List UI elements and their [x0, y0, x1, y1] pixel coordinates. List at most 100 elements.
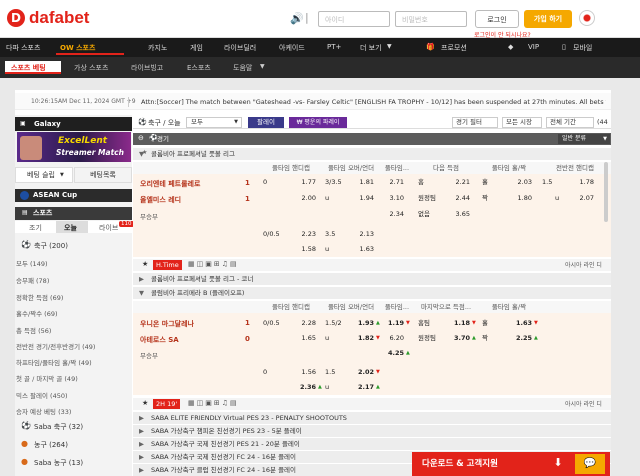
- logo-icon[interactable]: D: [7, 9, 25, 27]
- league-row[interactable]: ▶ SABA 가상축구 국제 친선경기 PES 21 - 20분 플레이: [133, 438, 611, 451]
- more-lines-link[interactable]: 아시아 라인 디: [565, 399, 602, 408]
- submenu-odd-even[interactable]: 홀수/짝수 (69): [0, 308, 117, 318]
- odds-value[interactable]: 1.82: [354, 332, 374, 345]
- odds-value[interactable]: 1.77: [296, 176, 316, 189]
- submenu-all[interactable]: 모두 (149): [0, 258, 117, 268]
- odds-value[interactable]: 2.13: [354, 228, 374, 241]
- odds-value[interactable]: 1.80: [510, 192, 532, 205]
- league-row[interactable]: ▶ SABA 가상축구 챔피온 친선경기 PES 23 - 5분 플레이: [133, 425, 611, 438]
- home-team[interactable]: 우니온 마그달레나: [140, 319, 194, 329]
- login-button[interactable]: 로그인: [475, 10, 519, 28]
- sport-basketball[interactable]: 농구 (264): [34, 440, 68, 450]
- submenu-total-goals[interactable]: 총 득점 (56): [0, 325, 117, 335]
- submenu-correct-score[interactable]: 정확한 득점 (69): [0, 292, 117, 302]
- bet-list-tab[interactable]: 베팅목록: [74, 167, 132, 183]
- id-input[interactable]: 아이디: [318, 11, 390, 27]
- away-team[interactable]: 올엘미스 레디: [140, 195, 181, 205]
- sport-saba-soccer[interactable]: Saba 축구 (32): [34, 422, 83, 432]
- odds-value[interactable]: 2.17: [354, 381, 374, 394]
- expand-icon[interactable]: ⊖: [138, 134, 144, 142]
- download-icon[interactable]: ⬇: [550, 456, 566, 472]
- subnav-live-bingo[interactable]: 라이브빙고: [131, 63, 163, 73]
- odds-value[interactable]: 2.34: [384, 208, 404, 221]
- submenu-ht-ft[interactable]: 전반전 경기/전후반경기 (49): [0, 341, 117, 351]
- match-filter-select[interactable]: 경기 필터: [452, 117, 498, 128]
- nav-promotions[interactable]: 프로모션: [441, 43, 467, 53]
- market-filter-select[interactable]: 모든 시장: [502, 117, 542, 128]
- brand-logo[interactable]: dafabet: [29, 8, 89, 28]
- league-row[interactable]: ▼ 콜롬비아 프로페셔널 풋볼 리그: [133, 148, 611, 161]
- star-icon[interactable]: ★: [142, 260, 148, 268]
- match-tools-icons[interactable]: ▦◫▣⊞♫▤: [188, 260, 239, 268]
- odds-type-select[interactable]: 일반 분류 ▼: [558, 134, 610, 144]
- tab-live[interactable]: 라이브: [99, 223, 118, 233]
- match-tools-icons[interactable]: ▦◫▣⊞♫▤: [188, 399, 239, 407]
- asean-cup-bar[interactable]: ASEAN Cup: [15, 189, 132, 202]
- star-icon[interactable]: ★: [142, 149, 147, 156]
- galaxy-bar[interactable]: [15, 117, 132, 131]
- speaker-icon[interactable]: 🔊: [290, 12, 304, 25]
- league-row[interactable]: ▶ 콜롬비아 프로페셔널 풋볼 리그 - 코너: [133, 273, 611, 286]
- period-filter-select[interactable]: 전체 기간: [546, 117, 594, 128]
- submenu-1x2[interactable]: 승무패 (78): [0, 275, 117, 285]
- odds-value[interactable]: 2.28: [296, 317, 316, 330]
- odds-value[interactable]: 2.36: [296, 381, 316, 394]
- subnav-virtual-sports[interactable]: 가상 스포츠: [74, 63, 108, 73]
- submenu-ht-odd-even[interactable]: 하프타임/풀타임 홀/짝 (49): [0, 357, 117, 367]
- join-button[interactable]: 가입 하기: [524, 10, 572, 28]
- tab-early[interactable]: 조기: [29, 223, 42, 233]
- odds-value[interactable]: 3.10: [384, 192, 404, 205]
- odds-value[interactable]: 1.81: [354, 176, 374, 189]
- odds-value[interactable]: 3.70: [448, 332, 470, 345]
- announcement-ticker[interactable]: Attn:[Soccer] The match between "Gateshe…: [141, 98, 606, 106]
- parlay2-button[interactable]: ₩ 평운의 파레이: [289, 117, 347, 128]
- sport-saba-basketball[interactable]: Saba 농구 (13): [34, 458, 83, 468]
- nav-pt-plus[interactable]: PT+: [327, 43, 341, 51]
- nav-arcade[interactable]: 아케이드: [279, 43, 305, 53]
- market-select[interactable]: 모두 ▼: [186, 117, 242, 128]
- submenu-outright[interactable]: 승자 예상 베팅 (33): [0, 406, 117, 416]
- odds-value[interactable]: 2.00: [296, 192, 316, 205]
- odds-value[interactable]: 6.20: [384, 332, 404, 345]
- odds-value[interactable]: 1.94: [354, 192, 374, 205]
- submenu-first-last-goal[interactable]: 첫 골 / 마지막 골 (49): [0, 373, 117, 383]
- nav-more[interactable]: 더 보기: [360, 43, 382, 53]
- odds-value[interactable]: 2.44: [448, 192, 470, 205]
- nav-vip[interactable]: VIP: [528, 43, 539, 51]
- odds-value[interactable]: 4.25: [384, 347, 404, 360]
- nav-dafa-sports[interactable]: 다파 스포츠: [6, 43, 40, 53]
- korea-flag-icon[interactable]: [579, 10, 595, 26]
- parlay-button[interactable]: 팔레이: [248, 117, 284, 128]
- chat-icon[interactable]: 💬: [575, 454, 605, 474]
- league-row[interactable]: ▼ 콜럼비아 프리메라 B (플레이오프): [133, 287, 611, 300]
- odds-value[interactable]: 2.71: [384, 176, 404, 189]
- odds-value[interactable]: 1.63: [354, 243, 374, 256]
- submenu-mix-parlay[interactable]: 믹스 팔레이 (450): [0, 390, 117, 400]
- nav-live-dealer[interactable]: 라이브딜러: [224, 43, 256, 53]
- subnav-help[interactable]: 도움말: [233, 63, 252, 73]
- odds-value[interactable]: 1.78: [572, 176, 594, 189]
- nav-casino[interactable]: 카지노: [148, 43, 167, 53]
- nav-ow-sports[interactable]: OW 스포츠: [60, 43, 95, 53]
- odds-value[interactable]: 2.25: [510, 332, 532, 345]
- odds-value[interactable]: 1.18: [448, 317, 470, 330]
- league-row[interactable]: ▶ SABA ELITE FRIENDLY Virtual PES 23 - PE…: [133, 412, 611, 425]
- home-team[interactable]: 오리엔테 페트롤레로: [140, 179, 200, 189]
- away-team[interactable]: 아테로스 SA: [140, 335, 179, 345]
- odds-value[interactable]: 1.93: [354, 317, 374, 330]
- odds-value[interactable]: 2.23: [296, 228, 316, 241]
- odds-value[interactable]: 3.65: [448, 208, 470, 221]
- odds-value[interactable]: 2.07: [572, 192, 594, 205]
- subnav-esports[interactable]: E스포츠: [187, 63, 211, 73]
- odds-value[interactable]: 1.63: [510, 317, 532, 330]
- more-lines-link[interactable]: 아시아 라인 디: [565, 260, 602, 269]
- password-input[interactable]: 비밀번호: [395, 11, 467, 27]
- bet-slip-tab[interactable]: 베팅 슬립 ▼: [15, 167, 73, 183]
- star-icon[interactable]: ★: [142, 399, 148, 407]
- odds-value[interactable]: 1.58: [296, 243, 316, 256]
- odds-value[interactable]: 2.02: [354, 366, 374, 379]
- nav-games[interactable]: 게임: [190, 43, 203, 53]
- scrollbar-thumb[interactable]: [604, 162, 608, 222]
- nav-mobile[interactable]: 모바일: [573, 43, 592, 53]
- odds-value[interactable]: 1.19: [384, 317, 404, 330]
